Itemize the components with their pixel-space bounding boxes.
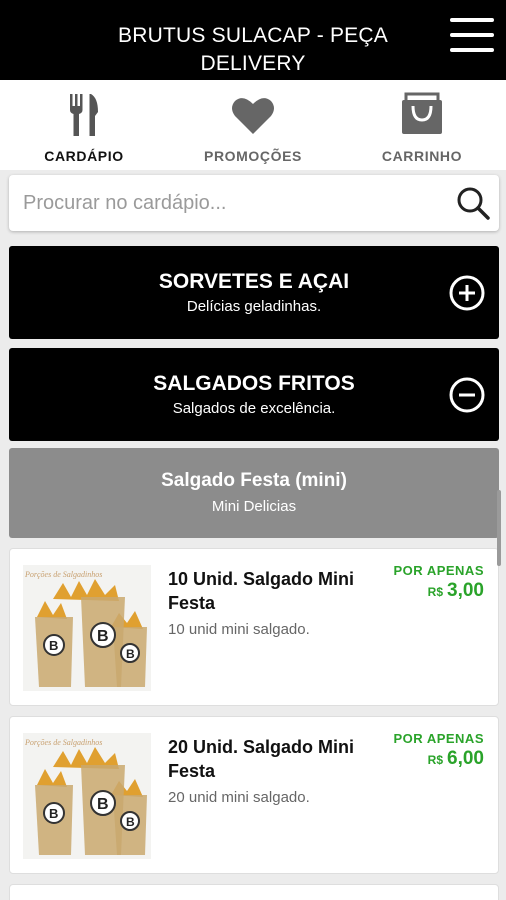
price-value: 6,00 (447, 748, 484, 769)
product-price: R$ 3,00 (428, 580, 484, 602)
product-image: Porções de Salgadinhos B B B (23, 565, 151, 691)
plus-circle-icon[interactable] (449, 275, 485, 311)
app-header: BRUTUS SULACAP - PEÇA DELIVERY (0, 0, 506, 80)
product-card-partial[interactable] (9, 884, 499, 900)
svg-text:B: B (97, 796, 109, 813)
svg-text:Porções de Salgadinhos: Porções de Salgadinhos (24, 738, 102, 747)
product-description: 10 unid mini salgado. (168, 621, 310, 638)
heart-icon (232, 98, 274, 134)
tab-carrinho-label: CARRINHO (381, 148, 463, 164)
svg-text:B: B (49, 806, 58, 821)
svg-text:B: B (126, 815, 135, 829)
fork-knife-icon (70, 94, 98, 136)
svg-text:B: B (126, 647, 135, 661)
product-image: Porções de Salgadinhos B B B (23, 733, 151, 859)
search-icon[interactable] (455, 185, 491, 221)
scrollbar[interactable] (497, 490, 501, 566)
minus-circle-icon[interactable] (449, 377, 485, 413)
hamburger-menu-icon[interactable] (450, 18, 494, 52)
subcategory-description: Mini Delicias (211, 498, 297, 515)
tab-carrinho[interactable]: CARRINHO (338, 80, 506, 170)
price-currency: R$ (427, 585, 444, 599)
tab-promocoes[interactable]: PROMOÇÕES (169, 80, 337, 170)
search-bar (9, 175, 499, 231)
svg-text:Porções de Salgadinhos: Porções de Salgadinhos (24, 570, 102, 579)
category-description: Delícias geladinhas. (186, 298, 322, 315)
price-prefix: POR APENAS (393, 731, 484, 746)
svg-text:B: B (97, 628, 109, 645)
tab-promocoes-label: PROMOÇÕES (204, 148, 302, 164)
product-card[interactable]: Porções de Salgadinhos B B B 20 Unid. Sa… (9, 716, 499, 874)
product-price: R$ 6,00 (428, 748, 484, 770)
category-sorvetes-acai[interactable]: SORVETES E AÇAI Delícias geladinhas. (9, 246, 499, 339)
subcategory-salgado-festa[interactable]: Salgado Festa (mini) Mini Delicias (9, 448, 499, 538)
product-description: 20 unid mini salgado. (168, 789, 310, 806)
shopping-bag-icon (402, 92, 442, 134)
category-salgados-fritos[interactable]: SALGADOS FRITOS Salgados de excelência. (9, 348, 499, 441)
price-prefix: POR APENAS (393, 563, 484, 578)
product-name: 20 Unid. Salgado Mini Festa (168, 737, 355, 781)
product-name: 10 Unid. Salgado Mini Festa (168, 569, 355, 613)
category-name: SALGADOS FRITOS (153, 372, 355, 395)
tab-cardapio[interactable]: CARDÁPIO (0, 80, 168, 170)
category-name: SORVETES E AÇAI (158, 270, 350, 293)
main-tabs: CARDÁPIO PROMOÇÕES CARRINHO (0, 80, 506, 170)
svg-text:B: B (49, 638, 58, 653)
store-title: BRUTUS SULACAP - PEÇA DELIVERY (118, 24, 388, 75)
price-currency: R$ (427, 753, 444, 767)
tab-cardapio-label: CARDÁPIO (44, 148, 124, 164)
search-input[interactable] (23, 185, 443, 221)
price-value: 3,00 (447, 580, 484, 601)
category-description: Salgados de excelência. (172, 400, 336, 417)
product-card[interactable]: Porções de Salgadinhos B B B 10 Unid. Sa… (9, 548, 499, 706)
subcategory-name: Salgado Festa (mini) (161, 470, 347, 491)
